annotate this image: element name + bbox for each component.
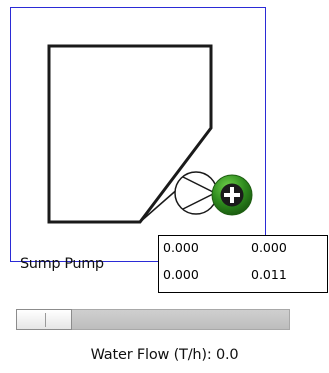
water-flow-slider[interactable] — [16, 309, 290, 330]
slider-grip — [45, 313, 46, 327]
component-label: Sump Pump — [20, 256, 104, 272]
value-r1-c2: 0.000 — [251, 240, 287, 255]
value-r2-c1: 0.000 — [163, 267, 199, 282]
value-r1-c1: 0.000 — [163, 240, 199, 255]
value-r2-c2: 0.011 — [251, 267, 287, 282]
water-flow-value: 0.0 — [215, 347, 239, 363]
add-icon[interactable] — [211, 174, 253, 216]
slider-thumb[interactable] — [16, 309, 72, 330]
water-flow-label: Water Flow (T/h): — [90, 347, 212, 363]
water-flow-readout: Water Flow (T/h): 0.0 — [0, 347, 329, 363]
plus-circle-icon — [211, 174, 253, 216]
value-readout-grid: 0.000 0.000 0.000 0.011 — [158, 235, 328, 293]
